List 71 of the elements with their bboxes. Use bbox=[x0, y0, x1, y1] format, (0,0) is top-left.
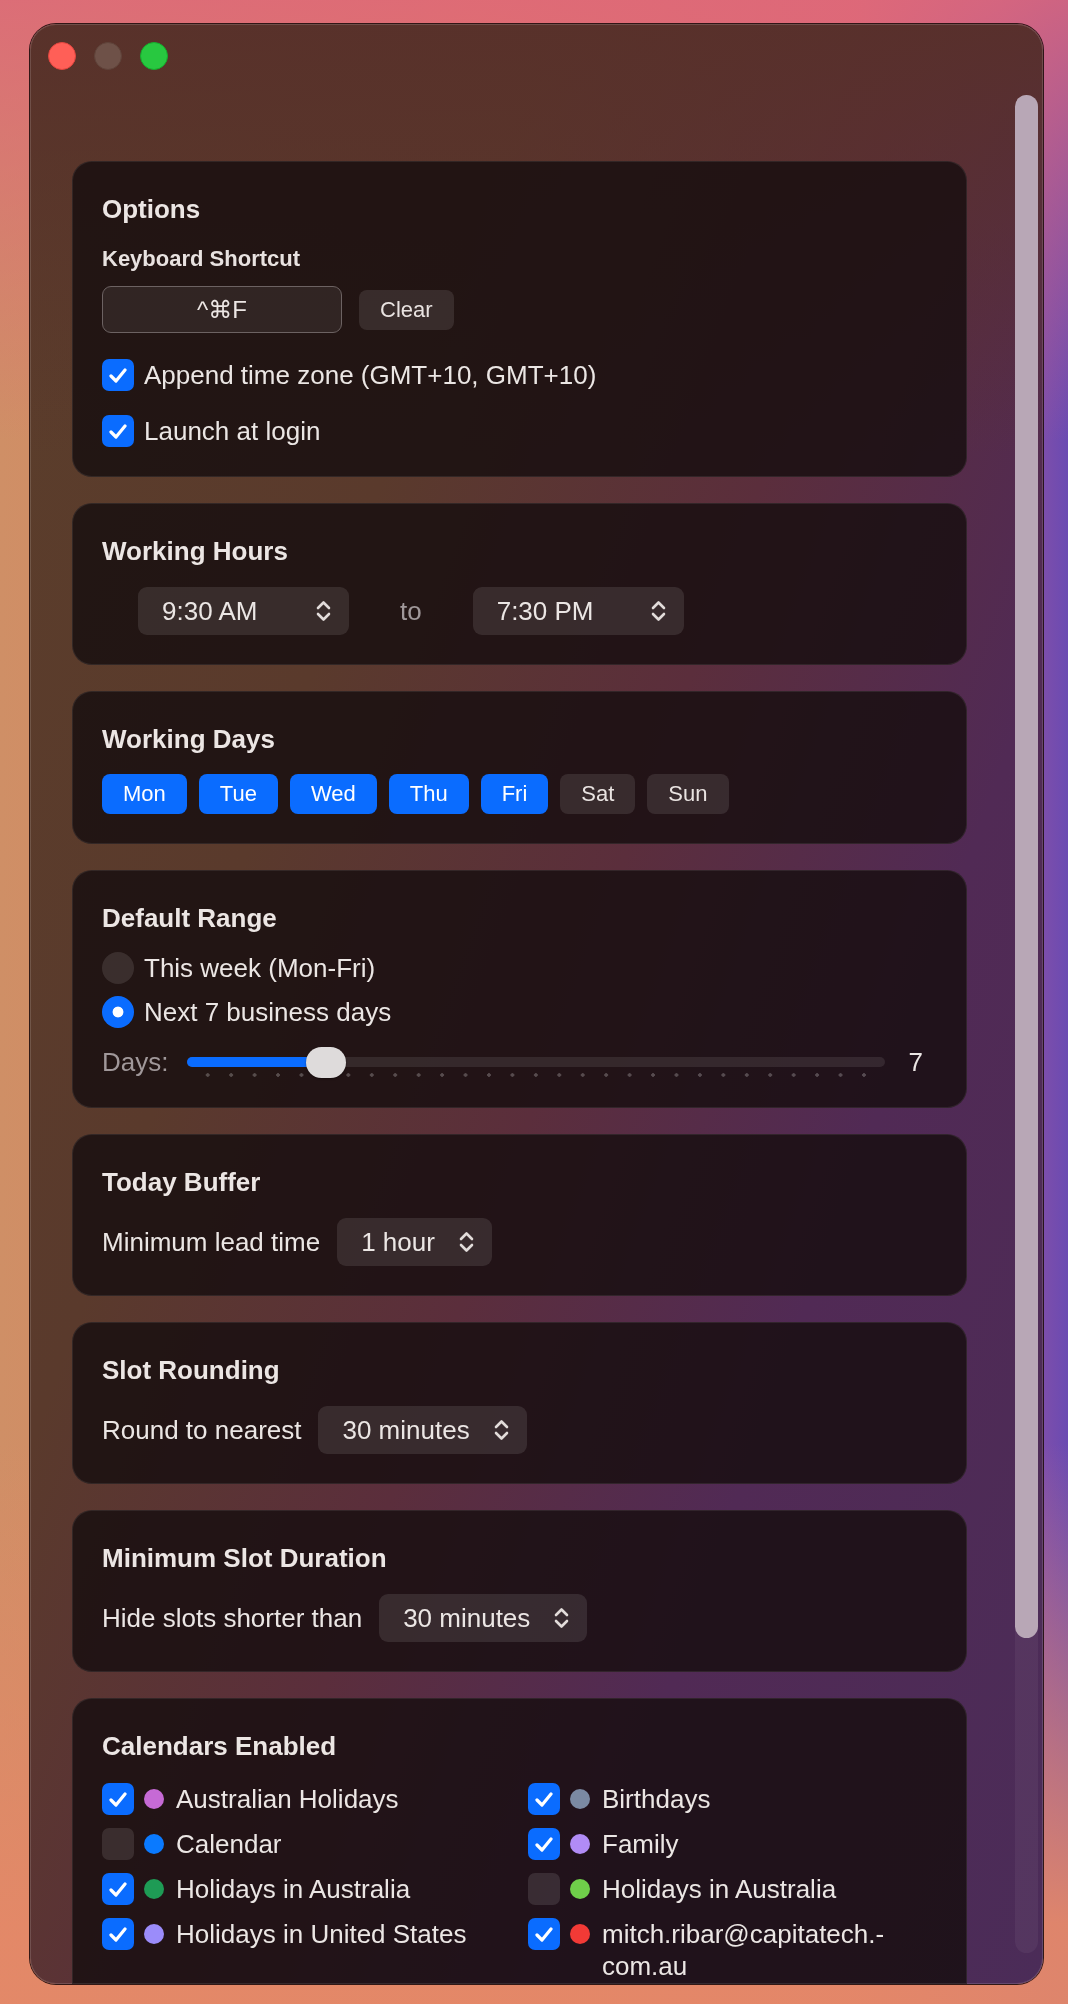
section-title: Working Hours bbox=[102, 535, 289, 567]
close-button[interactable] bbox=[48, 42, 76, 70]
checkbox[interactable] bbox=[528, 1783, 560, 1815]
section-title: Calendars Enabled bbox=[102, 1730, 338, 1762]
calendar-name: Family bbox=[602, 1828, 679, 1860]
checkbox[interactable] bbox=[102, 1783, 134, 1815]
day-toggle[interactable]: Tue bbox=[198, 774, 278, 814]
setting-label: Round to nearest bbox=[102, 1414, 302, 1446]
calendar-name: Birthdays bbox=[602, 1783, 711, 1815]
up-down-chevron-icon bbox=[554, 1607, 570, 1629]
calendar-name: Holidays in Australia bbox=[176, 1873, 411, 1905]
checkbox[interactable] bbox=[528, 1918, 560, 1950]
checkbox[interactable] bbox=[528, 1828, 560, 1860]
slider-value: 7 bbox=[908, 1046, 923, 1078]
checkbox-label: Launch at login bbox=[144, 415, 321, 447]
section-title: Slot Rounding bbox=[102, 1354, 281, 1386]
calendar-name: Holidays in United States bbox=[176, 1918, 467, 1950]
to-label: to bbox=[400, 595, 422, 627]
checkbox[interactable] bbox=[102, 359, 134, 391]
section-title: Minimum Slot Duration bbox=[102, 1542, 388, 1574]
slider-label: Days: bbox=[102, 1046, 169, 1078]
setting-label: Hide slots shorter than bbox=[102, 1602, 363, 1634]
section-title: Working Days bbox=[102, 723, 276, 755]
calendar-name: mitch.ribar@capitatech.-com.au bbox=[602, 1918, 886, 1982]
checkbox[interactable] bbox=[102, 1873, 134, 1905]
checkbox-label: Append time zone (GMT+10, GMT+10) bbox=[144, 359, 597, 391]
day-toggle[interactable]: Mon bbox=[102, 774, 187, 814]
section-title: Today Buffer bbox=[102, 1166, 262, 1198]
up-down-chevron-icon bbox=[650, 600, 666, 622]
clear-button[interactable]: Clear bbox=[359, 289, 454, 330]
checkmark-icon bbox=[535, 1926, 553, 1942]
day-toggle[interactable]: Sat bbox=[560, 774, 636, 814]
radio-label: This week (Mon-Fri) bbox=[144, 952, 376, 984]
radio-button[interactable] bbox=[102, 952, 134, 984]
dropdown-menu[interactable]: 1 hour bbox=[337, 1218, 492, 1266]
radio-label: Next 7 business days bbox=[144, 996, 392, 1028]
up-down-chevron-icon bbox=[316, 600, 331, 622]
day-toggle[interactable]: Fri bbox=[480, 774, 549, 814]
up-down-chevron-icon bbox=[458, 1231, 474, 1253]
checkmark-icon bbox=[535, 1791, 553, 1807]
section-title: Default Range bbox=[102, 902, 278, 934]
checkmark-icon bbox=[109, 423, 127, 439]
radio-button[interactable] bbox=[102, 996, 134, 1028]
checkmark-icon bbox=[109, 367, 127, 383]
time-dropdown[interactable]: 7:30 PM bbox=[472, 587, 684, 635]
dropdown-menu[interactable]: 30 minutes bbox=[318, 1406, 527, 1454]
field-label: Keyboard Shortcut bbox=[102, 245, 302, 273]
checkmark-icon bbox=[109, 1881, 127, 1897]
day-toggle[interactable]: Sun bbox=[647, 774, 729, 814]
up-down-chevron-icon bbox=[493, 1419, 509, 1441]
slider-thumb[interactable] bbox=[305, 1046, 346, 1078]
shortcut-field[interactable]: ^⌘F bbox=[102, 286, 342, 333]
checkmark-icon bbox=[109, 1791, 127, 1807]
dropdown-menu[interactable]: 30 minutes bbox=[379, 1594, 588, 1642]
checkmark-icon bbox=[535, 1836, 553, 1852]
checkbox[interactable] bbox=[528, 1873, 560, 1905]
calendar-name: Calendar bbox=[176, 1828, 282, 1860]
checkbox[interactable] bbox=[102, 1918, 134, 1950]
calendar-name: Australian Holidays bbox=[176, 1783, 399, 1815]
zoom-button[interactable] bbox=[140, 42, 168, 70]
setting-label: Minimum lead time bbox=[102, 1226, 321, 1258]
checkbox[interactable] bbox=[102, 415, 134, 447]
scrollbar-track[interactable] bbox=[1015, 95, 1038, 1953]
day-toggle[interactable]: Thu bbox=[388, 774, 469, 814]
scrollbar-thumb[interactable] bbox=[1015, 95, 1038, 1638]
time-dropdown[interactable]: 9:30 AM bbox=[138, 587, 349, 635]
day-toggle[interactable]: Wed bbox=[289, 774, 377, 814]
checkmark-icon bbox=[109, 1926, 127, 1942]
checkbox[interactable] bbox=[102, 1828, 134, 1860]
calendar-name: Holidays in Australia bbox=[602, 1873, 837, 1905]
section-title: Options bbox=[102, 193, 202, 225]
